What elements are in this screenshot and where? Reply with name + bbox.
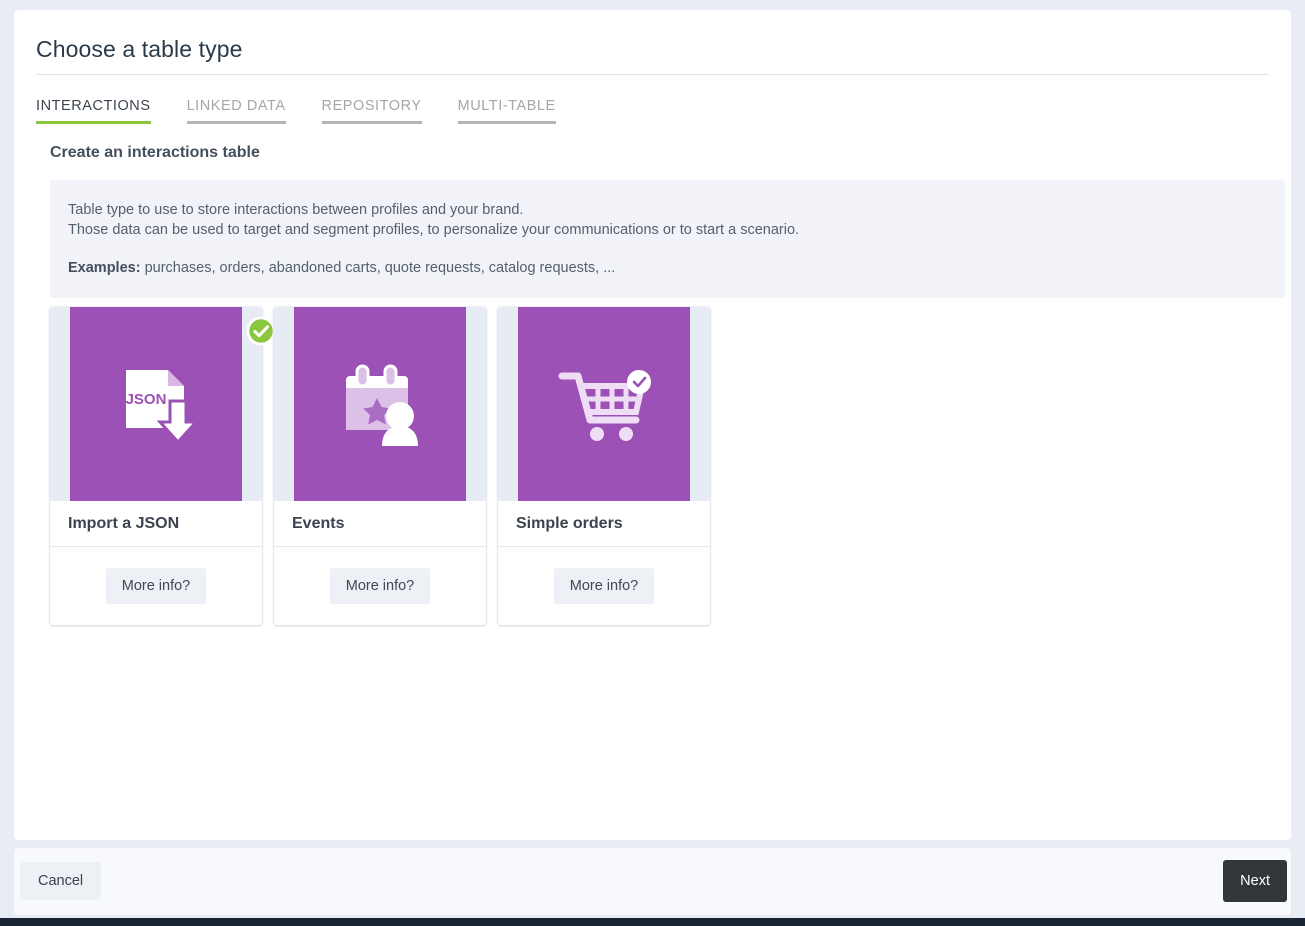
card-import-a-json-thumb-fill: JSON: [70, 307, 242, 501]
tab-interactions-underline: [36, 121, 151, 124]
card-import-a-json-title: Import a JSON: [50, 501, 262, 547]
tab-interactions[interactable]: INTERACTIONS: [36, 90, 151, 124]
app-screen: Choose a table type INTERACTIONS LINKED …: [0, 0, 1305, 926]
info-examples-label: Examples:: [68, 260, 141, 276]
dialog-footer: Cancel Next: [14, 848, 1291, 915]
json-file-download-icon: JSON: [126, 370, 200, 445]
info-line-2: Those data can be used to target and seg…: [68, 222, 800, 238]
more-info-button-import-a-json[interactable]: More info?: [105, 568, 207, 604]
calendar-person-star-icon: [346, 364, 418, 446]
more-info-button-events[interactable]: More info?: [329, 568, 431, 604]
selected-check-icon: [246, 316, 276, 346]
card-events[interactable]: Events More info?: [274, 307, 486, 625]
cancel-button[interactable]: Cancel: [20, 862, 102, 900]
tab-multi-table[interactable]: MULTI-TABLE: [457, 90, 556, 124]
page-title: Choose a table type: [36, 36, 243, 62]
card-import-a-json-thumbnail: JSON: [50, 307, 276, 501]
tab-bar: INTERACTIONS LINKED DATA REPOSITORY MULT…: [36, 90, 592, 124]
card-simple-orders-thumb-fill: [518, 307, 690, 501]
tab-multi-table-underline: [457, 121, 556, 124]
svg-text:JSON: JSON: [126, 391, 167, 408]
card-simple-orders-thumbnail: [498, 307, 710, 501]
title-divider: [36, 74, 1269, 75]
main-panel: Choose a table type INTERACTIONS LINKED …: [14, 10, 1291, 840]
info-panel: Table type to use to store interactions …: [50, 180, 1285, 298]
tab-multi-table-label: MULTI-TABLE: [457, 98, 556, 114]
info-examples: Examples: purchases, orders, abandoned c…: [68, 260, 1267, 276]
tab-repository-underline: [321, 121, 422, 124]
table-type-card-list: JSON Import a JSON More info? Events Mor…: [50, 307, 710, 625]
next-button[interactable]: Next: [1223, 860, 1287, 902]
card-events-thumbnail: [274, 307, 486, 501]
card-import-a-json-footer: More info?: [50, 547, 262, 625]
card-events-title: Events: [274, 501, 486, 547]
tab-repository[interactable]: REPOSITORY: [321, 90, 422, 124]
info-line-1: Table type to use to store interactions …: [68, 202, 524, 218]
info-examples-value: purchases, orders, abandoned carts, quot…: [140, 260, 616, 276]
tab-linked-data-underline: [186, 121, 286, 124]
card-simple-orders[interactable]: Simple orders More info?: [498, 307, 710, 625]
tab-repository-label: REPOSITORY: [321, 98, 422, 114]
more-info-button-simple-orders[interactable]: More info?: [553, 568, 655, 604]
tab-linked-data-label: LINKED DATA: [186, 98, 286, 114]
card-import-a-json[interactable]: JSON Import a JSON More info?: [50, 307, 276, 625]
card-events-thumb-fill: [294, 307, 466, 501]
card-simple-orders-title: Simple orders: [498, 501, 710, 547]
card-events-footer: More info?: [274, 547, 486, 625]
shopping-cart-check-icon: [558, 370, 651, 441]
card-simple-orders-footer: More info?: [498, 547, 710, 625]
tab-linked-data[interactable]: LINKED DATA: [186, 90, 286, 124]
bottom-status-bar: [0, 918, 1305, 926]
tab-interactions-label: INTERACTIONS: [36, 98, 151, 114]
section-heading: Create an interactions table: [50, 144, 260, 161]
